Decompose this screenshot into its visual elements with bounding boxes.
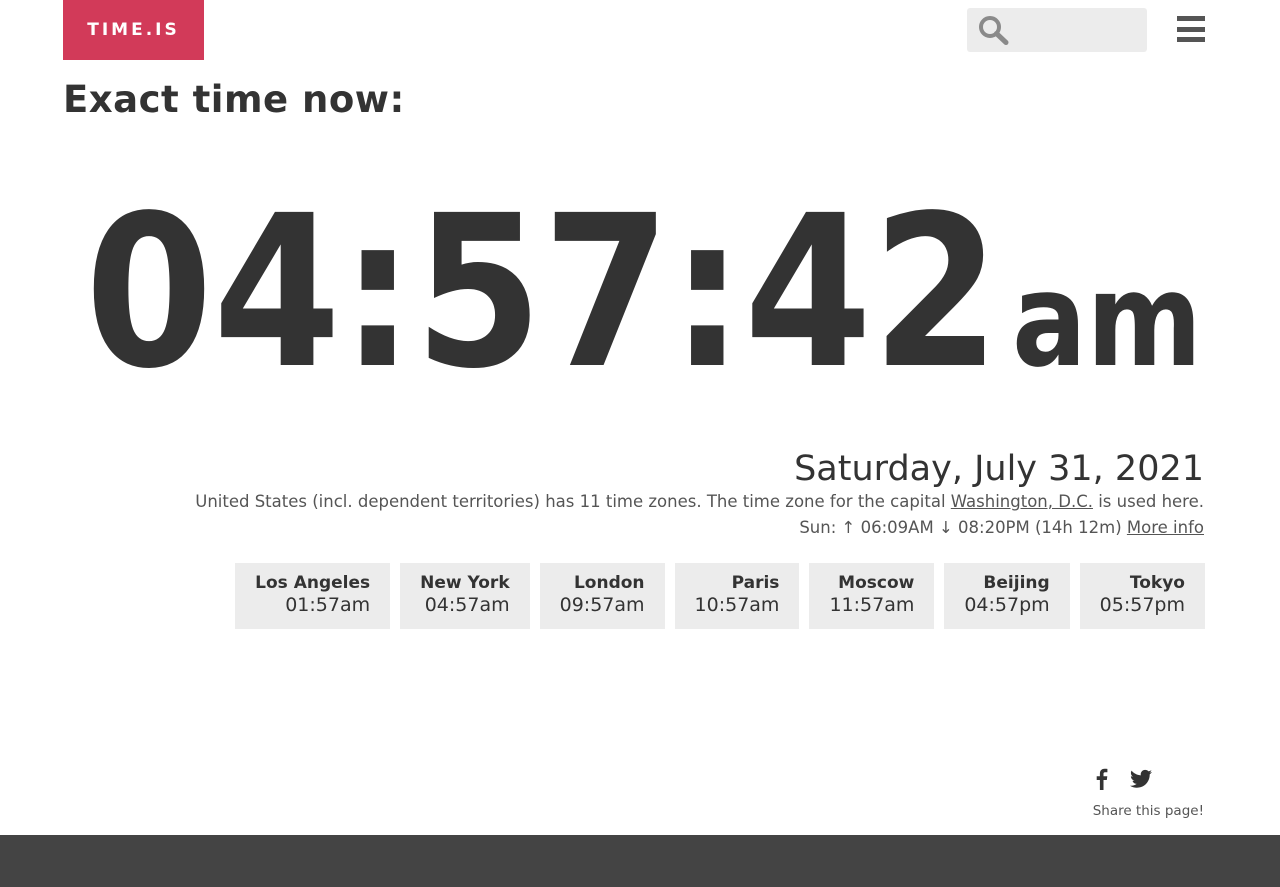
city-name: London <box>573 573 645 593</box>
city-name: Tokyo <box>1129 573 1185 593</box>
share-label: Share this page! <box>1092 803 1204 819</box>
city-time: 11:57am <box>829 594 915 616</box>
city-tile-new-york[interactable]: New York 04:57am <box>400 563 530 629</box>
facebook-icon[interactable] <box>1092 768 1112 790</box>
timezone-text-before: United States (incl. dependent territori… <box>195 492 951 511</box>
city-tile-tokyo[interactable]: Tokyo 05:57pm <box>1079 563 1205 629</box>
city-time: 05:57pm <box>1099 594 1185 616</box>
city-name: Moscow <box>838 573 915 593</box>
current-date: Saturday, July 31, 2021 <box>794 449 1204 489</box>
menu-bar <box>1177 16 1205 21</box>
city-clocks: Los Angeles 01:57am New York 04:57am Lon… <box>235 563 1205 629</box>
clock-time: 04:57:42 <box>85 195 1000 405</box>
page-footer <box>0 835 1280 887</box>
sunset-time: 08:20PM (14h 12m) <box>952 518 1127 537</box>
search-input[interactable] <box>1013 14 1139 46</box>
city-tile-paris[interactable]: Paris 10:57am <box>674 563 800 629</box>
search-box[interactable] <box>967 8 1147 52</box>
sun-info: Sun: ↑ 06:09AM ↓ 08:20PM (14h 12m) More … <box>799 518 1204 537</box>
timezone-info: United States (incl. dependent territori… <box>195 492 1204 511</box>
twitter-icon[interactable] <box>1130 769 1152 789</box>
search-icon[interactable] <box>978 15 1010 45</box>
sun-label: Sun: <box>799 518 842 537</box>
city-name: New York <box>420 573 510 593</box>
timezone-text-after: is used here. <box>1092 492 1204 511</box>
hamburger-menu-icon[interactable] <box>1177 16 1205 42</box>
city-tile-beijing[interactable]: Beijing 04:57pm <box>944 563 1070 629</box>
city-name: Paris <box>731 573 780 593</box>
city-tile-moscow[interactable]: Moscow 11:57am <box>809 563 935 629</box>
city-time: 04:57pm <box>964 594 1050 616</box>
city-time: 04:57am <box>424 594 510 616</box>
capital-link[interactable]: Washington, D.C. <box>951 492 1093 511</box>
city-tile-london[interactable]: London 09:57am <box>539 563 665 629</box>
sunrise-time: 06:09AM <box>855 518 939 537</box>
menu-bar <box>1177 37 1205 42</box>
share-buttons <box>1092 768 1158 790</box>
city-tile-los-angeles[interactable]: Los Angeles 01:57am <box>235 563 391 629</box>
site-logo[interactable]: TIME.IS <box>63 0 204 60</box>
city-time: 10:57am <box>694 594 780 616</box>
page-title: Exact time now: <box>63 78 405 121</box>
city-name: Beijing <box>983 573 1050 593</box>
city-time: 09:57am <box>559 594 645 616</box>
clock-display: 04:57:42 am <box>0 170 1205 415</box>
city-time: 01:57am <box>285 594 371 616</box>
sunset-arrow-icon: ↓ <box>938 518 953 537</box>
clock-ampm: am <box>1012 244 1202 396</box>
sunrise-arrow-icon: ↑ <box>841 518 856 537</box>
menu-bar <box>1177 26 1205 32</box>
city-name: Los Angeles <box>255 573 371 593</box>
more-info-link[interactable]: More info <box>1127 518 1204 537</box>
